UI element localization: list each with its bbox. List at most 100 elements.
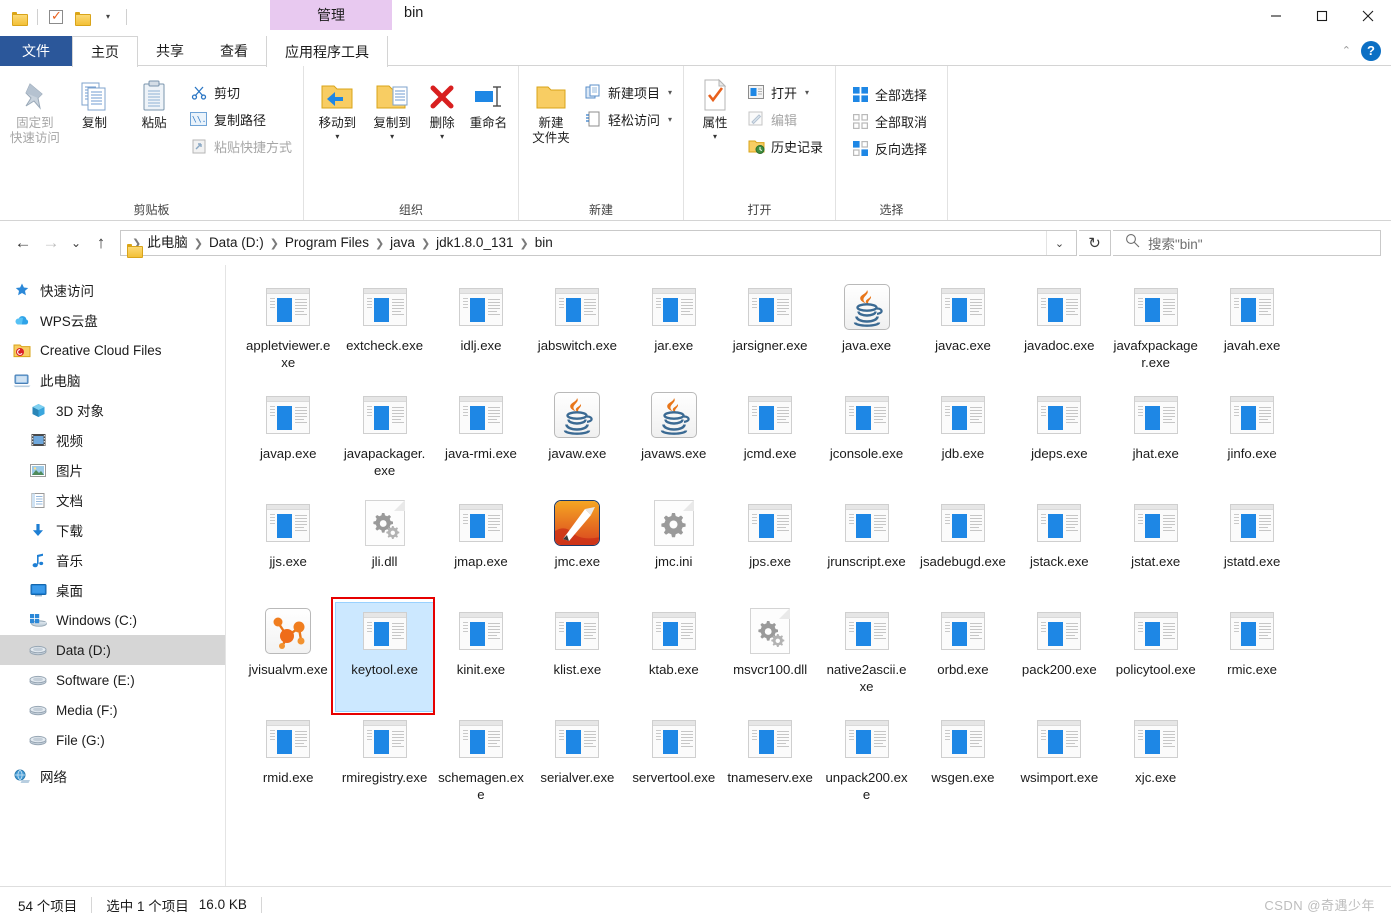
file-item[interactable]: msvcr100.dll	[722, 603, 818, 711]
file-item[interactable]: javaws.exe	[626, 387, 722, 495]
file-item[interactable]: jdeps.exe	[1011, 387, 1107, 495]
file-item[interactable]: ktab.exe	[626, 603, 722, 711]
file-item[interactable]: javadoc.exe	[1011, 279, 1107, 387]
chevron-down-icon[interactable]: ▾	[390, 132, 394, 141]
help-icon[interactable]: ?	[1361, 40, 1381, 61]
file-item[interactable]: schemagen.exe	[433, 711, 529, 819]
file-item[interactable]: java-rmi.exe	[433, 387, 529, 495]
tab-home[interactable]: 主页	[72, 36, 138, 67]
rename-button[interactable]: 重命名	[465, 74, 512, 131]
search-input[interactable]: 搜索"bin"	[1113, 230, 1381, 256]
file-item[interactable]: orbd.exe	[915, 603, 1011, 711]
file-item[interactable]: jconsole.exe	[818, 387, 914, 495]
breadcrumb[interactable]: ❯ 此电脑 ❯ Data (D:) ❯ Program Files ❯ java…	[120, 230, 1077, 256]
sidebar-item-creative-cloud-files[interactable]: Creative Cloud Files	[0, 335, 225, 365]
forward-button[interactable]: →	[38, 230, 64, 256]
chevron-down-icon[interactable]: ▾	[668, 115, 672, 124]
sidebar-item-music[interactable]: 音乐	[0, 545, 225, 575]
file-item[interactable]: jdb.exe	[915, 387, 1011, 495]
file-item[interactable]: jjs.exe	[240, 495, 336, 603]
file-item[interactable]: javafxpackager.exe	[1108, 279, 1204, 387]
copy-to-button[interactable]: 复制到 ▾	[365, 74, 420, 141]
file-item[interactable]: javah.exe	[1204, 279, 1300, 387]
file-item[interactable]: jabswitch.exe	[529, 279, 625, 387]
file-item[interactable]: kinit.exe	[433, 603, 529, 711]
file-item[interactable]: jrunscript.exe	[818, 495, 914, 603]
file-item[interactable]: jstatd.exe	[1204, 495, 1300, 603]
sidebar-item-documents[interactable]: 文档	[0, 485, 225, 515]
file-item[interactable]: javac.exe	[915, 279, 1011, 387]
chevron-down-icon[interactable]: ▾	[440, 132, 444, 141]
close-icon[interactable]	[1345, 0, 1391, 32]
easy-access-button[interactable]: 轻松访问 ▾	[579, 107, 677, 131]
file-item[interactable]: extcheck.exe	[336, 279, 432, 387]
file-item[interactable]: java.exe	[818, 279, 914, 387]
tab-application-tools[interactable]: 应用程序工具	[266, 36, 388, 67]
properties-check-icon[interactable]	[45, 6, 67, 28]
chevron-down-icon[interactable]: ▾	[805, 88, 809, 97]
file-item[interactable]: javapackager.exe	[336, 387, 432, 495]
chevron-down-icon[interactable]: ▾	[335, 132, 339, 141]
file-item[interactable]: pack200.exe	[1011, 603, 1107, 711]
file-item[interactable]: appletviewer.exe	[240, 279, 336, 387]
cut-button[interactable]: 剪切	[185, 80, 297, 104]
sidebar-item-quick-access[interactable]: 快速访问	[0, 275, 225, 305]
file-item[interactable]: klist.exe	[529, 603, 625, 711]
file-item[interactable]: rmic.exe	[1204, 603, 1300, 711]
maximize-icon[interactable]	[1299, 0, 1345, 32]
properties-button[interactable]: 属性 ▾	[690, 74, 740, 141]
breadcrumb-item-data-d[interactable]: Data (D:)	[204, 232, 269, 254]
breadcrumb-dropdown-icon[interactable]: ⌄	[1046, 231, 1072, 255]
file-item[interactable]: jstack.exe	[1011, 495, 1107, 603]
file-item[interactable]: jvisualvm.exe	[240, 603, 336, 711]
open-button[interactable]: 打开 ▾	[742, 80, 828, 104]
file-item[interactable]: javap.exe	[240, 387, 336, 495]
file-item[interactable]: jarsigner.exe	[722, 279, 818, 387]
select-all-button[interactable]: 全部选择	[846, 82, 932, 106]
file-item[interactable]: wsimport.exe	[1011, 711, 1107, 819]
collapse-ribbon-icon[interactable]: ⌃	[1342, 44, 1351, 57]
breadcrumb-item-program-files[interactable]: Program Files	[280, 232, 374, 254]
delete-button[interactable]: 删除 ▾	[420, 74, 465, 141]
breadcrumb-item-jdk[interactable]: jdk1.8.0_131	[431, 232, 518, 254]
file-item[interactable]: wsgen.exe	[915, 711, 1011, 819]
file-item[interactable]: rmiregistry.exe	[336, 711, 432, 819]
folder-icon[interactable]	[8, 6, 30, 28]
sidebar-item-pictures[interactable]: 图片	[0, 455, 225, 485]
back-button[interactable]: ←	[10, 230, 36, 256]
history-button[interactable]: 历史记录	[742, 134, 828, 158]
pin-to-quick-access-button[interactable]: 固定到 快速访问	[6, 74, 64, 146]
file-item[interactable]: jmc.ini	[626, 495, 722, 603]
file-list-view[interactable]: appletviewer.exe extcheck.exe idlj.exe j…	[225, 265, 1391, 886]
file-item[interactable]: xjc.exe	[1108, 711, 1204, 819]
file-item[interactable]: jmc.exe	[529, 495, 625, 603]
sidebar-item-data-d[interactable]: Data (D:)	[0, 635, 225, 665]
sidebar-item-this-pc[interactable]: 此电脑	[0, 365, 225, 395]
invert-selection-button[interactable]: 反向选择	[846, 136, 932, 160]
file-item[interactable]: native2ascii.exe	[818, 603, 914, 711]
breadcrumb-item-this-pc[interactable]: 此电脑	[142, 232, 193, 254]
chevron-down-icon[interactable]: ▾	[668, 88, 672, 97]
breadcrumb-item-java[interactable]: java	[385, 232, 420, 254]
select-none-button[interactable]: 全部取消	[846, 109, 932, 133]
file-item[interactable]: javaw.exe	[529, 387, 625, 495]
refresh-button[interactable]: ↻	[1079, 230, 1111, 256]
file-item[interactable]: jar.exe	[626, 279, 722, 387]
new-folder-button[interactable]: 新建 文件夹	[525, 74, 577, 146]
sidebar-item-3d-objects[interactable]: 3D 对象	[0, 395, 225, 425]
sidebar-item-windows-c[interactable]: Windows (C:)	[0, 605, 225, 635]
move-to-button[interactable]: 移动到 ▾	[310, 74, 365, 141]
file-item[interactable]: jstat.exe	[1108, 495, 1204, 603]
sidebar-item-media-f[interactable]: Media (F:)	[0, 695, 225, 725]
copy-button[interactable]: 复制	[66, 74, 124, 131]
sidebar-item-file-g[interactable]: File (G:)	[0, 725, 225, 755]
recent-locations-button[interactable]: ⌄	[66, 230, 86, 256]
file-item[interactable]: rmid.exe	[240, 711, 336, 819]
tab-file[interactable]: 文件	[0, 36, 72, 66]
edit-button[interactable]: 编辑	[742, 107, 828, 131]
file-item[interactable]: jcmd.exe	[722, 387, 818, 495]
sidebar-item-downloads[interactable]: 下载	[0, 515, 225, 545]
file-item[interactable]: servertool.exe	[626, 711, 722, 819]
file-item[interactable]: unpack200.exe	[818, 711, 914, 819]
breadcrumb-item-bin[interactable]: bin	[530, 232, 558, 254]
